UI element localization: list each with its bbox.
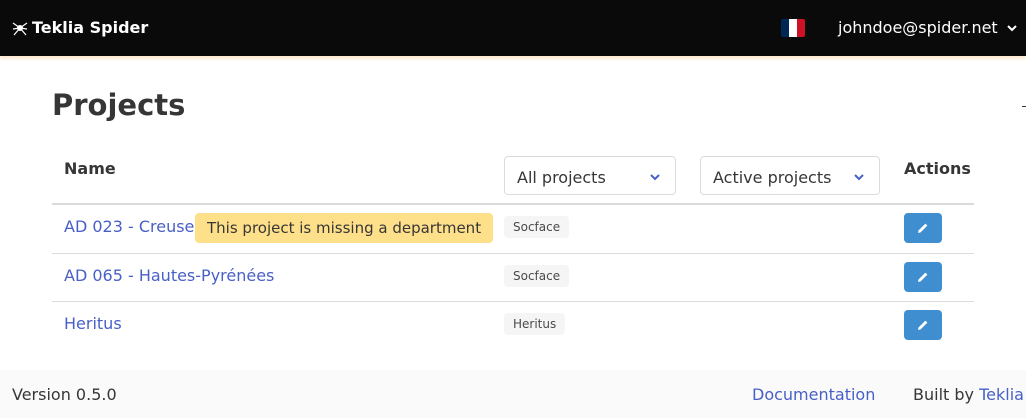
brand-name: Teklia Spider: [32, 18, 149, 37]
teklia-link[interactable]: Teklia: [979, 385, 1024, 404]
project-tag: Socface: [504, 216, 570, 238]
built-by: Built by Teklia: [913, 385, 1024, 404]
table-header: Name All projects Active projects Action…: [52, 150, 974, 205]
documentation-link[interactable]: Documentation: [752, 385, 875, 404]
project-status-select[interactable]: Active projects: [700, 156, 880, 195]
table-row: Heritus Heritus: [52, 302, 974, 350]
chevron-down-icon: [650, 174, 660, 181]
projects-table: Name All projects Active projects Action…: [52, 150, 974, 350]
spider-icon: [12, 22, 28, 35]
french-flag-icon[interactable]: [781, 19, 805, 37]
user-email: johndoe@spider.net: [838, 18, 998, 37]
chevron-down-icon: [1006, 24, 1017, 31]
pencil-icon: [918, 320, 928, 330]
built-by-label: Built by: [913, 385, 974, 404]
column-header-actions: Actions: [904, 159, 971, 178]
column-header-name: Name: [64, 159, 116, 178]
edit-button[interactable]: [904, 310, 942, 340]
edit-button[interactable]: [904, 213, 942, 243]
scroll-indicator: [1022, 106, 1026, 107]
footer: Version 0.5.0 Documentation Built by Tek…: [0, 370, 1026, 418]
top-navbar: Teklia Spider johndoe@spider.net: [0, 0, 1026, 56]
page-title: Projects: [52, 88, 186, 122]
project-status-value: Active projects: [713, 168, 832, 187]
project-tag: Socface: [504, 265, 570, 287]
chevron-down-icon: [854, 174, 864, 181]
project-scope-value: All projects: [517, 168, 606, 187]
project-link[interactable]: AD 023 - Creuse: [64, 217, 194, 236]
project-tag: Heritus: [504, 313, 566, 335]
version-label: Version 0.5.0: [12, 385, 117, 404]
missing-department-warning: This project is missing a department: [195, 213, 494, 243]
project-link[interactable]: AD 065 - Hautes-Pyrénées: [64, 266, 274, 285]
user-menu[interactable]: johndoe@spider.net: [838, 18, 1018, 37]
project-scope-select[interactable]: All projects: [504, 156, 676, 195]
table-row: AD 023 - Creuse This project is missing …: [52, 205, 974, 254]
edit-button[interactable]: [904, 262, 942, 292]
project-link[interactable]: Heritus: [64, 314, 122, 333]
pencil-icon: [918, 223, 928, 233]
pencil-icon: [918, 272, 928, 282]
brand[interactable]: Teklia Spider: [12, 18, 148, 37]
table-row: AD 065 - Hautes-Pyrénées Socface: [52, 254, 974, 302]
